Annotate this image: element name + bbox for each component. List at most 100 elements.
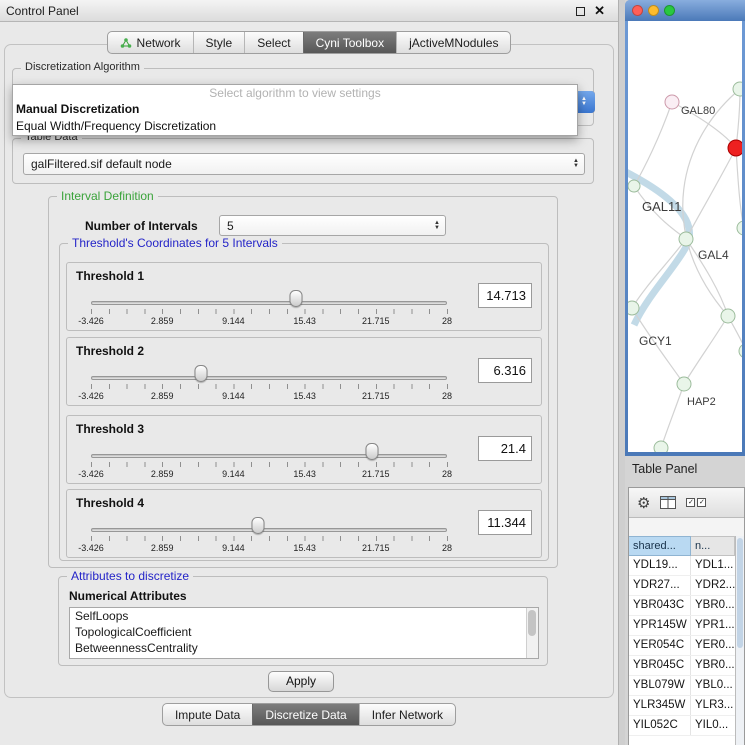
slider-ticks — [91, 462, 448, 467]
network-node[interactable] — [737, 221, 742, 235]
combobox-arrows-icon[interactable]: ▲▼ — [568, 159, 584, 169]
table-panel-title: Table Panel — [632, 462, 697, 476]
threshold-2-slider[interactable]: -3.426 2.859 9.144 15.43 21.715 28 — [91, 338, 447, 407]
table-row[interactable]: YPR145WYPR1... — [629, 616, 735, 636]
network-node[interactable] — [665, 95, 679, 109]
table-scrollbar[interactable] — [735, 536, 744, 745]
network-node[interactable] — [739, 344, 742, 358]
node-label: GAL11 — [642, 199, 682, 214]
table-cell[interactable]: YER054C — [629, 636, 691, 655]
slider-track[interactable] — [91, 454, 447, 458]
table-cell[interactable]: YBR0... — [691, 596, 735, 615]
table-cell[interactable]: YDR2... — [691, 576, 735, 595]
slider-thumb[interactable] — [195, 365, 208, 382]
threshold-3-slider[interactable]: -3.426 2.859 9.144 15.43 21.715 28 — [91, 416, 447, 485]
settings-gear-icon[interactable]: ⚙ — [637, 494, 650, 512]
table-cell[interactable]: YIL0... — [691, 716, 735, 735]
network-node[interactable] — [628, 180, 640, 192]
table-cell[interactable]: YPR145W — [629, 616, 691, 635]
network-node[interactable] — [628, 301, 639, 315]
tab-impute-data[interactable]: Impute Data — [163, 704, 252, 725]
number-of-intervals-select[interactable]: 5 ▲▼ — [219, 215, 446, 236]
tab-cyni-toolbox[interactable]: Cyni Toolbox — [303, 32, 396, 53]
table-cell[interactable]: YLR345W — [629, 696, 691, 715]
popup-option-equal-width-frequency[interactable]: Equal Width/Frequency Discretization — [13, 118, 577, 135]
network-node-red[interactable] — [728, 140, 742, 156]
slider-track[interactable] — [91, 528, 447, 532]
table-cell[interactable]: YER0... — [691, 636, 735, 655]
list-scrollbar-thumb[interactable] — [528, 610, 536, 636]
table-cell[interactable]: YLR3... — [691, 696, 735, 715]
threshold-4-slider[interactable]: -3.426 2.859 9.144 15.43 21.715 28 — [91, 490, 447, 559]
network-node[interactable] — [677, 377, 691, 391]
slider-thumb[interactable] — [366, 443, 379, 460]
interval-definition-group-title: Interval Definition — [57, 189, 158, 203]
list-item[interactable]: BetweennessCentrality — [70, 640, 538, 656]
table-row[interactable]: YLR345WYLR3... — [629, 696, 735, 716]
minimize-traffic-light[interactable] — [648, 5, 659, 16]
network-node[interactable] — [733, 82, 742, 96]
network-canvas[interactable]: GAL80 GAL11 GAL4 GCY1 HAP2 — [628, 21, 742, 452]
tab-discretize-data-label: Discretize Data — [265, 708, 346, 722]
threshold-4-value-input[interactable] — [478, 510, 532, 535]
table-cell[interactable]: YDL19... — [629, 556, 691, 575]
select-columns-icon[interactable]: ✓ ✓ — [686, 498, 706, 507]
threshold-1-slider[interactable]: -3.426 2.859 9.144 15.43 21.715 28 — [91, 263, 447, 332]
zoom-traffic-light[interactable] — [664, 5, 675, 16]
close-panel-button[interactable]: ✕ — [594, 3, 605, 19]
tab-network[interactable]: Network — [108, 32, 193, 53]
float-window-button[interactable] — [576, 7, 585, 16]
slider-thumb[interactable] — [252, 517, 265, 534]
table-data-select[interactable]: galFiltered.sif default node ▲▼ — [23, 153, 585, 175]
table-row[interactable]: YER054CYER0... — [629, 636, 735, 656]
table-row[interactable]: YDL19...YDL1... — [629, 556, 735, 576]
apply-button[interactable]: Apply — [268, 671, 334, 692]
tab-infer-network[interactable]: Infer Network — [359, 704, 455, 725]
threshold-1-value-input[interactable] — [478, 283, 532, 308]
table-row[interactable]: YBR045CYBR0... — [629, 656, 735, 676]
table-header: shared... n... — [629, 536, 735, 556]
table-row[interactable]: YDR27...YDR2... — [629, 576, 735, 596]
columns-icon[interactable] — [660, 496, 676, 509]
list-scrollbar[interactable] — [526, 608, 538, 658]
threshold-4-panel: Threshold 4 -3.426 2.859 9.144 15.43 21.… — [66, 489, 542, 558]
tab-discretize-data[interactable]: Discretize Data — [252, 704, 358, 725]
table-cell[interactable]: YBR043C — [629, 596, 691, 615]
tab-jactivemnodules[interactable]: jActiveMNodules — [396, 32, 510, 53]
table-cell[interactable]: YBR045C — [629, 656, 691, 675]
network-node[interactable] — [679, 232, 693, 246]
table-cell[interactable]: YDR27... — [629, 576, 691, 595]
table-cell[interactable]: YBL0... — [691, 676, 735, 695]
tab-select[interactable]: Select — [244, 32, 302, 53]
interval-definition-group: Interval Definition Number of Intervals … — [48, 196, 558, 568]
table-row[interactable]: YBR043CYBR0... — [629, 596, 735, 616]
numerical-attributes-list[interactable]: SelfLoops TopologicalCoefficient Between… — [69, 607, 539, 659]
column-header-shared-name[interactable]: shared... — [629, 536, 691, 556]
control-panel-title: Control Panel — [6, 4, 79, 18]
slider-thumb[interactable] — [290, 290, 303, 307]
popup-option-manual-discretization[interactable]: Manual Discretization — [13, 101, 577, 118]
table-cell[interactable]: YPR1... — [691, 616, 735, 635]
slider-track[interactable] — [91, 301, 447, 305]
table-cell[interactable]: YDL1... — [691, 556, 735, 575]
table-cell[interactable]: YIL052C — [629, 716, 691, 735]
table-row[interactable]: YBL079WYBL0... — [629, 676, 735, 696]
list-item[interactable]: SelfLoops — [70, 608, 538, 624]
network-node[interactable] — [721, 309, 735, 323]
list-item[interactable]: TopologicalCoefficient — [70, 624, 538, 640]
table-cell[interactable]: YBL079W — [629, 676, 691, 695]
control-panel-window: Control Panel ✕ Network — [0, 0, 619, 745]
network-node[interactable] — [654, 441, 668, 452]
tab-style[interactable]: Style — [193, 32, 245, 53]
node-label: GAL4 — [698, 248, 729, 262]
slider-track[interactable] — [91, 376, 447, 380]
threshold-2-value-input[interactable] — [478, 358, 532, 383]
tab-cyni-toolbox-label: Cyni Toolbox — [316, 36, 384, 50]
table-scrollbar-thumb[interactable] — [737, 538, 743, 648]
combobox-arrows-icon[interactable]: ▲▼ — [429, 221, 445, 231]
table-row[interactable]: YIL052CYIL0... — [629, 716, 735, 736]
threshold-3-value-input[interactable] — [478, 436, 532, 461]
close-traffic-light[interactable] — [632, 5, 643, 16]
column-header-name[interactable]: n... — [691, 536, 735, 556]
table-cell[interactable]: YBR0... — [691, 656, 735, 675]
